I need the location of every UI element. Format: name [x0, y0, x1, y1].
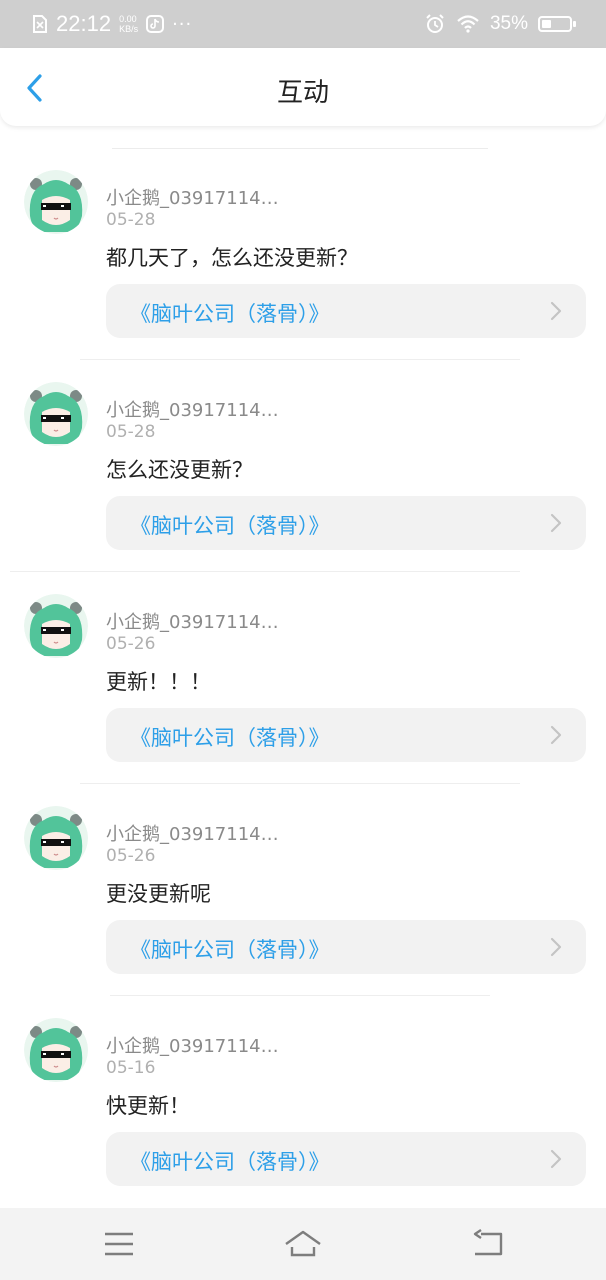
book-link-card[interactable]: 《脑叶公司（落骨）》 [106, 708, 586, 762]
username[interactable]: 小企鹅_03917114… [106, 1032, 279, 1058]
status-time: 22:12 [56, 11, 112, 36]
comment-text: 更新！！！ [106, 670, 211, 694]
status-bar: 22:12 0.00 KB/s ··· 35% [0, 0, 606, 48]
comment-item: 小企鹅_03917114… 05-26 更没更新呢 《脑叶公司（落骨）》 [0, 784, 606, 996]
wifi-icon [457, 15, 479, 33]
comment-date: 05-28 [106, 210, 156, 230]
app-header: 互动 [0, 48, 606, 126]
book-title: 《脑叶公司（落骨）》 [130, 938, 330, 962]
comment-item: 小企鹅_03917114… 05-28 都几天了，怎么还没更新？ 《脑叶公司（落… [0, 148, 606, 360]
comment-date: 05-26 [106, 634, 156, 654]
book-link-card[interactable]: 《脑叶公司（落骨）》 [106, 496, 586, 550]
network-speed-value: 0.00 [119, 14, 137, 24]
more-notifications-icon: ··· [172, 13, 193, 35]
avatar-icon [24, 806, 88, 870]
book-title: 《脑叶公司（落骨）》 [130, 726, 330, 750]
chevron-right-icon [550, 1149, 562, 1169]
status-left: 22:12 0.00 KB/s ··· [32, 10, 192, 38]
avatar-icon [24, 1018, 88, 1082]
comment-text: 更没更新呢 [106, 882, 211, 906]
menu-icon [105, 1232, 133, 1256]
alarm-icon [426, 14, 444, 33]
book-title: 《脑叶公司（落骨）》 [130, 1150, 330, 1174]
home-button[interactable] [283, 1228, 323, 1260]
username[interactable]: 小企鹅_03917114… [106, 820, 279, 846]
battery-icon [538, 16, 576, 32]
chevron-right-icon [550, 513, 562, 533]
battery-percent: 35% [489, 13, 528, 34]
username[interactable]: 小企鹅_03917114… [106, 396, 279, 422]
network-speed: 0.00 KB/s [119, 14, 138, 34]
comment-date: 05-26 [106, 846, 156, 866]
book-link-card[interactable]: 《脑叶公司（落骨）》 [106, 284, 586, 338]
comment-item: 小企鹅_03917114… 05-26 更新！！！ 《脑叶公司（落骨）》 [0, 572, 606, 784]
book-title: 《脑叶公司（落骨）》 [130, 302, 330, 326]
avatar[interactable] [24, 806, 88, 870]
book-title: 《脑叶公司（落骨）》 [130, 514, 330, 538]
avatar-icon [24, 382, 88, 446]
back-nav-button[interactable] [467, 1228, 507, 1260]
home-icon [285, 1230, 321, 1257]
battery-level [542, 20, 551, 28]
chevron-right-icon [550, 301, 562, 321]
network-speed-unit: KB/s [119, 24, 139, 34]
comment-text: 怎么还没更新？ [106, 458, 253, 482]
menu-button[interactable] [99, 1228, 139, 1260]
book-link-card[interactable]: 《脑叶公司（落骨）》 [106, 1132, 586, 1186]
return-icon [473, 1229, 503, 1256]
avatar-icon [24, 170, 88, 234]
comment-item: 小企鹅_03917114… 05-28 怎么还没更新？ 《脑叶公司（落骨）》 [0, 360, 606, 572]
comment-text: 快更新！ [106, 1094, 190, 1118]
chevron-right-icon [550, 937, 562, 957]
username[interactable]: 小企鹅_03917114… [106, 184, 279, 210]
chevron-right-icon [550, 725, 562, 745]
avatar[interactable] [24, 170, 88, 234]
no-sim-icon [33, 15, 47, 33]
comment-date: 05-28 [106, 422, 156, 442]
comment-item: 小企鹅_03917114… 05-16 快更新！ 《脑叶公司（落骨）》 [0, 996, 606, 1208]
book-link-card[interactable]: 《脑叶公司（落骨）》 [106, 920, 586, 974]
system-nav-bar [0, 1208, 606, 1280]
avatar[interactable] [24, 382, 88, 446]
username[interactable]: 小企鹅_03917114… [106, 608, 279, 634]
tiktok-icon [146, 15, 165, 33]
comment-date: 05-16 [106, 1058, 156, 1078]
avatar-icon [24, 594, 88, 658]
comment-text: 都几天了，怎么还没更新？ [106, 246, 358, 270]
page-title: 互动 [276, 78, 329, 108]
avatar[interactable] [24, 594, 88, 658]
avatar[interactable] [24, 1018, 88, 1082]
status-right: 35% [424, 10, 576, 38]
